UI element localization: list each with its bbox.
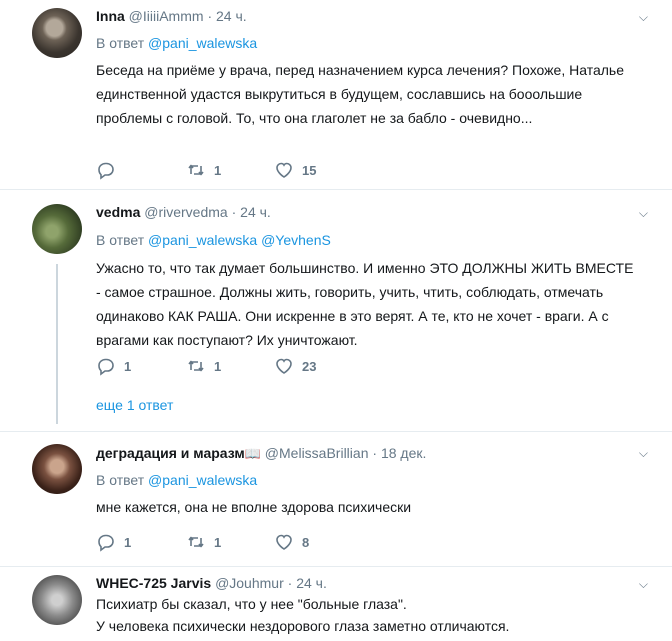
avatar[interactable] [32, 575, 82, 625]
tweet-actions: 1 1 23 [96, 356, 416, 376]
reply-button[interactable]: 1 [96, 532, 131, 552]
more-replies-link[interactable]: еще 1 ответ [96, 397, 173, 413]
reply-context: В ответ @pani_walewska [96, 472, 257, 488]
tweet-actions: 1 15 [96, 160, 416, 180]
user-handle[interactable]: @MelissaBrillian [265, 445, 369, 461]
reply-count: 1 [124, 358, 132, 374]
reply-label: В ответ [96, 35, 145, 51]
reply-icon [98, 162, 114, 180]
retweet-count: 1 [214, 358, 222, 374]
chevron-down-icon[interactable]: ⌵ [639, 446, 648, 461]
retweet-count: 1 [214, 162, 222, 178]
user-handle[interactable]: @rivervedma [144, 204, 227, 220]
separator-dot: · [287, 575, 293, 591]
retweet-button[interactable]: 1 [186, 532, 221, 552]
user-handle[interactable]: @Jouhmur [215, 575, 284, 591]
chevron-down-icon[interactable]: ⌵ [639, 10, 648, 25]
display-name[interactable]: WHEC-725 Jarvis [96, 575, 211, 591]
tweet-text: Психиатр бы сказал, что у нее "больные г… [96, 593, 636, 637]
like-button[interactable]: 23 [274, 356, 316, 376]
like-button[interactable]: 15 [274, 160, 316, 180]
tweet-2[interactable]: vedma @rivervedma · 24 ч. ⌵ В ответ @pan… [0, 190, 672, 432]
like-count: 15 [302, 162, 317, 178]
tweet-1[interactable]: Inna @IiiiiAmmm · 24 ч. ⌵ В ответ @pani_… [0, 0, 672, 190]
tweet-header: Inna @IiiiiAmmm · 24 ч. [96, 8, 247, 24]
separator-dot: · [231, 204, 237, 220]
timestamp[interactable]: 24 ч. [216, 8, 247, 24]
tweet-3[interactable]: деградация и маразм📖 @MelissaBrillian · … [0, 432, 672, 567]
reply-label: В ответ [96, 232, 145, 248]
like-count: 23 [302, 358, 317, 374]
reply-icon [98, 534, 114, 552]
retweet-icon [188, 536, 204, 548]
tweet-actions: 1 1 8 [96, 532, 416, 552]
reply-context: В ответ @pani_walewska [96, 35, 257, 51]
tweet-4[interactable]: WHEC-725 Jarvis @Jouhmur · 24 ч. ⌵ Психи… [0, 567, 672, 641]
reply-button[interactable]: 1 [96, 356, 131, 376]
timestamp[interactable]: 24 ч. [240, 204, 271, 220]
display-name[interactable]: деградация и маразм [96, 445, 245, 461]
tweet-text: мне кажется, она не вполне здорова психи… [96, 499, 412, 515]
reply-icon [98, 358, 114, 376]
book-icon: 📖 [244, 446, 261, 461]
retweet-icon [188, 164, 204, 176]
timestamp[interactable]: 24 ч. [296, 575, 327, 591]
heart-icon [276, 534, 292, 550]
avatar[interactable] [32, 444, 82, 494]
timestamp[interactable]: 18 дек. [381, 445, 426, 461]
tweet-header: деградация и маразм📖 @MelissaBrillian · … [96, 445, 426, 462]
avatar[interactable] [32, 8, 82, 58]
reply-button[interactable] [96, 160, 124, 180]
tweet-text-line: У человека психически нездорового глаза … [96, 618, 510, 634]
reply-label: В ответ [96, 472, 145, 488]
display-name[interactable]: vedma [96, 204, 140, 220]
like-button[interactable]: 8 [274, 532, 309, 552]
mention-link[interactable]: @pani_walewska [148, 472, 257, 488]
mention-link[interactable]: @pani_walewska [148, 35, 257, 51]
reply-count: 1 [124, 534, 132, 550]
tweet-text: Ужасно то, что так думает большинство. И… [96, 260, 634, 348]
tweet-header: vedma @rivervedma · 24 ч. [96, 204, 271, 220]
tweet-header: WHEC-725 Jarvis @Jouhmur · 24 ч. [96, 575, 327, 591]
heart-icon [276, 162, 292, 178]
mention-link[interactable]: @pani_walewska @YevhenS [148, 232, 331, 248]
retweet-button[interactable]: 1 [186, 356, 221, 376]
separator-dot: · [207, 8, 213, 24]
heart-icon [276, 358, 292, 374]
tweet-text: Беседа на приёме у врача, перед назначен… [96, 62, 624, 126]
thread-line [56, 264, 58, 424]
like-count: 8 [302, 534, 310, 550]
display-name[interactable]: Inna [96, 8, 125, 24]
chevron-down-icon[interactable]: ⌵ [639, 577, 648, 592]
separator-dot: · [372, 445, 378, 461]
tweet-text-line: Психиатр бы сказал, что у нее "больные г… [96, 596, 407, 612]
retweet-button[interactable]: 1 [186, 160, 221, 180]
user-handle[interactable]: @IiiiiAmmm [129, 8, 204, 24]
chevron-down-icon[interactable]: ⌵ [639, 206, 648, 221]
avatar[interactable] [32, 204, 82, 254]
reply-context: В ответ @pani_walewska @YevhenS [96, 232, 331, 248]
retweet-icon [188, 360, 204, 372]
retweet-count: 1 [214, 534, 222, 550]
